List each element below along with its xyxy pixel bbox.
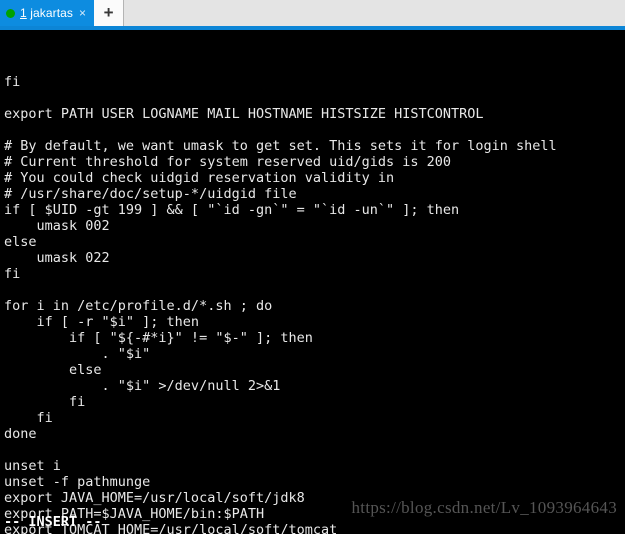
terminal-line: done	[4, 426, 37, 442]
terminal-line: umask 022	[4, 250, 110, 266]
terminal-line: unset i	[4, 458, 61, 474]
close-icon[interactable]: ×	[78, 7, 87, 19]
terminal-line: if [ "${-#*i}" != "$-" ]; then	[4, 330, 313, 346]
terminal-line: if [ -r "$i" ]; then	[4, 314, 200, 330]
terminal-line: export PATH USER LOGNAME MAIL HOSTNAME H…	[4, 106, 484, 122]
tab-title: jakartas	[26, 6, 74, 20]
terminal-line: fi	[4, 394, 86, 410]
terminal-line: . "$i" >/dev/null 2>&1	[4, 378, 281, 394]
terminal-line: unset -f pathmunge	[4, 474, 151, 490]
new-tab-button[interactable]: +	[94, 0, 125, 26]
terminal-line: # You could check uidgid reservation val…	[4, 170, 395, 186]
terminal-line: else	[4, 362, 102, 378]
terminal-line: fi	[4, 74, 21, 90]
terminal-line: umask 002	[4, 218, 110, 234]
terminal-line: # /usr/share/doc/setup-*/uidgid file	[4, 186, 297, 202]
watermark-text: https://blog.csdn.net/Lv_1093964643	[351, 498, 617, 517]
tab-label: 1 jakartas	[20, 6, 73, 20]
vim-mode-status: -- INSERT --	[4, 514, 102, 530]
terminal-line: if [ $UID -gt 199 ] && [ "`id -gn`" = "`…	[4, 202, 460, 218]
terminal-line: fi	[4, 266, 21, 282]
terminal-line: . "$i"	[4, 346, 151, 362]
terminal-window: 1 jakartas × + fi export PATH USER LOGNA…	[0, 0, 625, 534]
terminal-line: # By default, we want umask to get set. …	[4, 138, 557, 154]
terminal-output[interactable]: fi export PATH USER LOGNAME MAIL HOSTNAM…	[0, 30, 625, 534]
terminal-line: # Current threshold for system reserved …	[4, 154, 452, 170]
tab-accelerator: 1	[20, 6, 27, 20]
green-circle-icon	[6, 8, 15, 18]
tab-bar: 1 jakartas × +	[0, 0, 625, 26]
terminal-line: for i in /etc/profile.d/*.sh ; do	[4, 298, 273, 314]
terminal-line: fi	[4, 410, 53, 426]
tab-jakartas[interactable]: 1 jakartas ×	[0, 0, 95, 26]
tab-bar-empty-area	[124, 0, 625, 26]
terminal-text-area: fi export PATH USER LOGNAME MAIL HOSTNAM…	[4, 74, 625, 534]
terminal-line: else	[4, 234, 37, 250]
